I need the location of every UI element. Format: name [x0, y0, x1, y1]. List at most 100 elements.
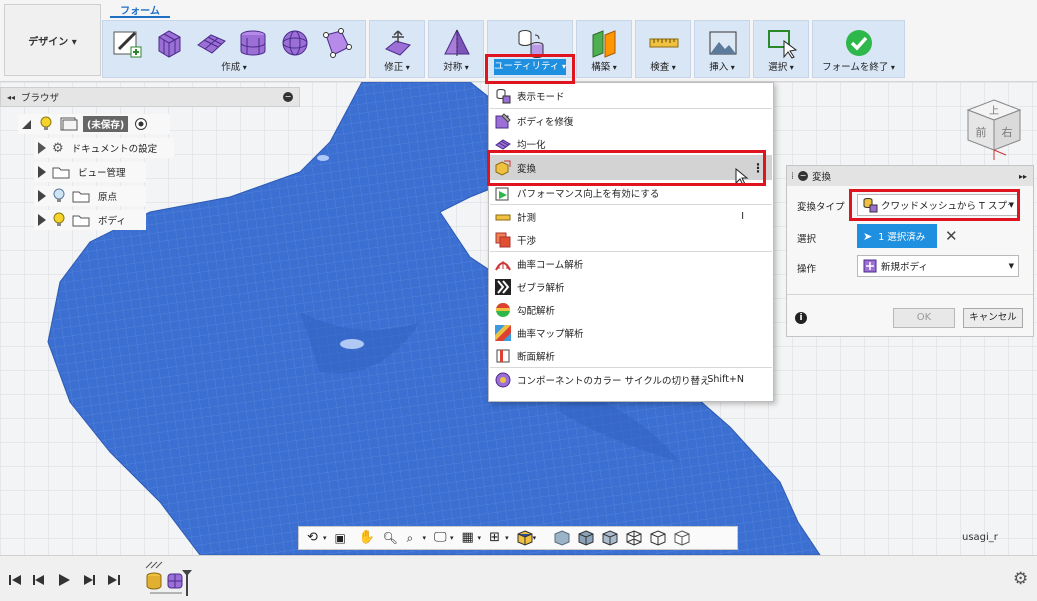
orbit-icon[interactable]: ⟲: [307, 530, 323, 546]
checkmark-icon: [846, 30, 872, 56]
root-component-label[interactable]: (未保存): [83, 116, 129, 132]
chevron-down-icon[interactable]: ▾: [533, 534, 537, 542]
zebra-icon: [495, 278, 511, 295]
lightbulb-off-icon[interactable]: [52, 188, 66, 204]
menu-item-label: 計測: [517, 212, 537, 224]
lightbulb-icon[interactable]: [52, 212, 66, 228]
activate-radio-icon[interactable]: [134, 117, 148, 131]
tab-form[interactable]: フォーム: [110, 2, 170, 18]
create-sketch-icon[interactable]: [111, 27, 143, 59]
zoom-icon[interactable]: 🔍︎: [383, 530, 399, 546]
menu-item-display-mode[interactable]: 表示モード: [490, 84, 772, 107]
chevron-down-icon[interactable]: ▾: [478, 534, 482, 542]
panel-grip-icon[interactable]: ⁞: [791, 171, 794, 182]
browser-item-bodies[interactable]: ボディ: [34, 210, 146, 230]
fit-icon[interactable]: ⌕: [407, 530, 423, 546]
construct-group-label: 構築: [577, 59, 631, 73]
shaded-hidden-cube-icon[interactable]: [602, 530, 618, 546]
expand-triangle-icon[interactable]: [38, 190, 46, 202]
select-group[interactable]: 選択: [753, 20, 809, 78]
expand-triangle-icon[interactable]: [38, 142, 46, 154]
menu-item-convert[interactable]: 変換 ⋮: [490, 155, 772, 180]
grid-icon[interactable]: ▦: [462, 530, 478, 546]
step-back-icon[interactable]: [32, 573, 46, 587]
browser-item-view-management[interactable]: ビュー管理: [34, 162, 146, 182]
menu-item-zebra[interactable]: ゼブラ解析: [490, 275, 772, 298]
menu-item-uniform[interactable]: 均一化: [490, 132, 772, 155]
create-group[interactable]: 作成: [102, 20, 366, 78]
expand-triangle-icon[interactable]: [38, 166, 46, 178]
browser-panel-header[interactable]: ◂◂ ブラウザ −: [0, 87, 300, 107]
toolbar: デザイン ▾ フォーム 作成 修正 対称 ユーティリティ 構築 検査 挿入 選択: [0, 0, 1037, 82]
expand-right-icon[interactable]: ▸▸: [1019, 172, 1027, 181]
lightbulb-icon[interactable]: [39, 116, 53, 132]
convert-type-dropdown[interactable]: クワッドメッシュから T スプライ... ▼: [857, 194, 1019, 216]
menu-item-performance[interactable]: パフォーマンス向上を有効にする: [490, 181, 772, 204]
finish-form-group[interactable]: フォームを終了: [812, 20, 905, 78]
pan-hand-icon[interactable]: ✋: [359, 530, 375, 546]
chevron-down-icon[interactable]: ▾: [505, 534, 509, 542]
display-settings-icon[interactable]: 🖵: [434, 530, 450, 546]
panel-collapse-icon[interactable]: −: [798, 171, 809, 181]
sphere-icon[interactable]: [279, 27, 311, 59]
browser-close-icon[interactable]: −: [283, 92, 293, 102]
ok-button[interactable]: OK: [893, 308, 955, 328]
construct-group[interactable]: 構築: [576, 20, 632, 78]
workspace-switcher[interactable]: デザイン ▾: [4, 4, 101, 76]
modify-group[interactable]: 修正: [369, 20, 425, 78]
selection-button[interactable]: ➤ 1 選択済み: [857, 224, 937, 248]
selection-count: 1 選択済み: [878, 232, 926, 243]
box-icon[interactable]: [153, 27, 185, 59]
select-cursor-icon: [768, 30, 798, 59]
browser-root-row[interactable]: (未保存): [18, 114, 170, 134]
wireframe-cube-icon[interactable]: [626, 530, 642, 546]
menu-item-section[interactable]: 断面解析: [490, 344, 772, 367]
menu-item-repair-body[interactable]: ボディを修復: [490, 109, 772, 132]
folder-icon: [72, 215, 90, 227]
operation-dropdown[interactable]: 新規ボディ ▼: [857, 255, 1019, 277]
more-options-icon[interactable]: ⋮: [752, 161, 764, 175]
timeline-settings-gear-icon[interactable]: ⚙: [1013, 569, 1028, 589]
menu-item-curvature-comb[interactable]: 曲率コーム解析: [490, 252, 772, 275]
clear-selection-icon[interactable]: ✕: [945, 227, 958, 245]
cylinder-icon[interactable]: [237, 27, 269, 59]
go-to-end-icon[interactable]: [107, 573, 121, 587]
look-at-icon[interactable]: ▣: [335, 530, 351, 546]
browser-item-document-settings[interactable]: ⚙ ドキュメントの設定: [34, 138, 174, 158]
shaded-cube-icon[interactable]: [554, 530, 570, 546]
convert-dialog-header[interactable]: ⁞ − 変換 ▸▸: [787, 166, 1033, 186]
wireframe-hidden-cube-icon[interactable]: [650, 530, 666, 546]
step-forward-icon[interactable]: [82, 573, 96, 587]
expand-triangle-icon[interactable]: [22, 119, 31, 129]
menu-item-component-color[interactable]: コンポーネントのカラー サイクルの切り替え Shift+N: [490, 368, 772, 391]
chevron-down-icon[interactable]: ▾: [450, 534, 454, 542]
chevron-down-icon[interactable]: ▾: [323, 534, 327, 542]
menu-item-curvature-map[interactable]: 曲率マップ解析: [490, 321, 772, 344]
view-cube[interactable]: 上 前 右: [958, 92, 1030, 164]
collapse-left-icon[interactable]: ◂◂: [7, 93, 15, 102]
environment-cube-icon[interactable]: [517, 530, 533, 546]
go-to-start-icon[interactable]: [8, 573, 22, 587]
plane-icon[interactable]: [195, 27, 227, 59]
viewports-icon[interactable]: ⊞: [489, 530, 505, 546]
cancel-button[interactable]: キャンセル: [963, 308, 1023, 328]
chevron-down-icon[interactable]: ▾: [423, 534, 427, 542]
expand-triangle-icon[interactable]: [38, 214, 46, 226]
menu-item-draft[interactable]: 勾配解析: [490, 298, 772, 321]
insert-group[interactable]: 挿入: [694, 20, 750, 78]
timeline-features[interactable]: [142, 560, 198, 598]
inspect-group[interactable]: 検査: [635, 20, 691, 78]
menu-item-shortcut: I: [741, 211, 744, 222]
play-icon[interactable]: [57, 573, 71, 587]
info-icon[interactable]: i: [795, 312, 807, 324]
menu-item-measure[interactable]: 計測 I: [490, 205, 772, 228]
symmetry-group[interactable]: 対称: [428, 20, 484, 78]
face-icon[interactable]: [321, 27, 353, 59]
utility-group[interactable]: ユーティリティ: [487, 20, 573, 78]
wireframe-visible-cube-icon[interactable]: [674, 530, 690, 546]
curvature-comb-icon: [495, 260, 511, 270]
utility-dropdown-menu: 表示モード ボディを修復 均一化 変換 ⋮ パフォーマンス向上を有効にする 計測…: [488, 82, 774, 402]
shaded-edges-cube-icon[interactable]: [578, 530, 594, 546]
menu-item-interference[interactable]: 干渉: [490, 228, 772, 251]
browser-item-origin[interactable]: 原点: [34, 186, 146, 206]
